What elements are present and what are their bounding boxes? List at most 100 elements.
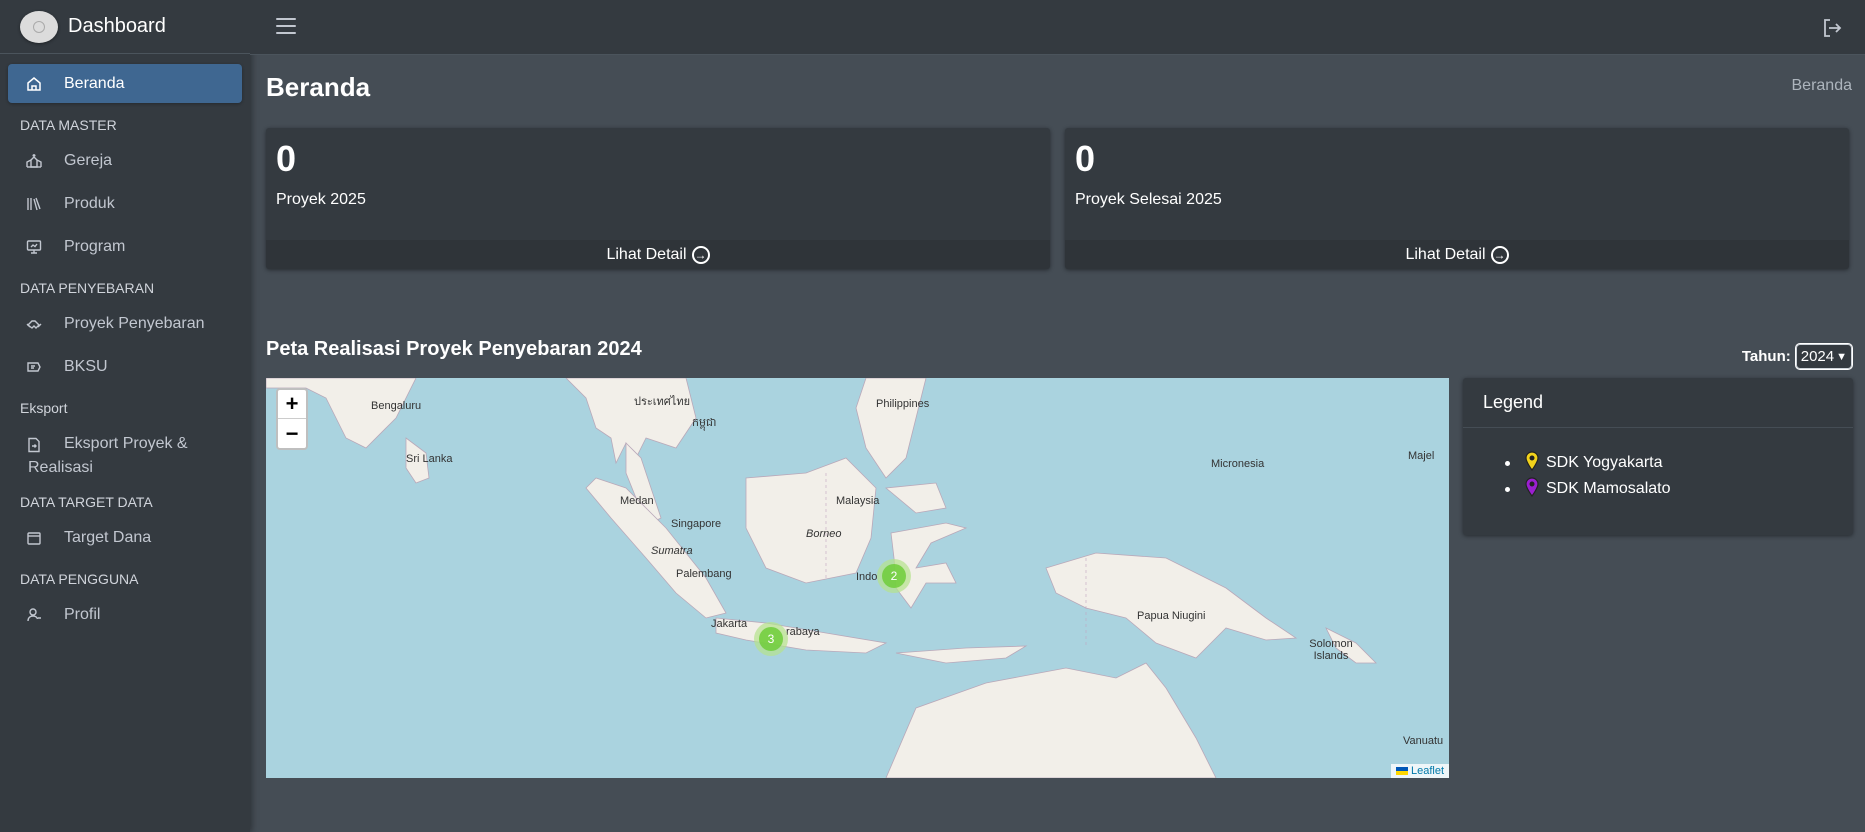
breadcrumb[interactable]: Beranda (1792, 77, 1853, 95)
sidebar-item-produk[interactable]: Produk (8, 184, 242, 223)
nav-header-data-penyebaran: DATA PENYEBARAN (20, 280, 155, 296)
ukraine-flag-icon (1395, 767, 1408, 775)
sidebar-item-label: Eksport Proyek & Realisasi (28, 435, 188, 476)
topbar (250, 0, 1865, 55)
nav-header-eksport: Eksport (20, 400, 68, 416)
nav-header-data-pengguna: DATA PENGGUNA (20, 571, 139, 587)
arrow-circle-right-icon: → (691, 245, 710, 264)
map[interactable]: Bengaluru Sri Lanka Medan Singapore Suma… (266, 378, 1449, 778)
sidebar-item-bksu[interactable]: BKSU (8, 347, 242, 386)
map-label: rabaya (786, 626, 820, 638)
sidebar-item-label: Produk (64, 194, 115, 212)
map-cluster-marker[interactable]: 3 (754, 622, 788, 656)
map-label: Sri Lanka (406, 453, 453, 465)
map-zoom-control: + − (276, 388, 308, 450)
logout-icon[interactable] (1821, 17, 1843, 44)
sidebar-item-label: Gereja (64, 151, 113, 169)
legend-label: SDK Mamosalato (1546, 480, 1671, 497)
map-pin-icon (1524, 450, 1540, 476)
arrow-circle-right-icon: → (1490, 245, 1509, 264)
sidebar-item-label: Program (64, 237, 126, 255)
sidebar-item-label: Target Dana (64, 528, 152, 546)
map-label: Medan (620, 495, 654, 507)
legend-label: SDK Yogyakarta (1546, 454, 1663, 471)
stat-detail-label: Lihat Detail (606, 245, 687, 263)
wallet-icon (24, 529, 44, 547)
home-icon (24, 75, 44, 93)
receipt-icon (24, 358, 44, 376)
brand-title: Dashboard (68, 15, 166, 37)
user-icon (24, 606, 44, 624)
map-section-title: Peta Realisasi Proyek Penyebaran 2024 (266, 338, 642, 360)
nav-header-data-target: DATA TARGET DATA (20, 494, 153, 510)
brand[interactable]: Dashboard (0, 0, 250, 54)
church-icon (24, 152, 44, 170)
sidebar-item-profil[interactable]: Profil (8, 595, 242, 634)
attribution-link[interactable]: Leaflet (1411, 765, 1444, 777)
year-filter-label: Tahun: (1741, 348, 1791, 365)
presentation-icon (24, 238, 44, 256)
stat-label: Proyek Selesai 2025 (1075, 191, 1222, 208)
stat-box-proyek-selesai: 0 Proyek Selesai 2025 Lihat Detail → (1065, 128, 1849, 269)
chevron-down-icon: ▼ (1836, 350, 1847, 363)
map-label: ประเทศไทย (634, 396, 691, 408)
map-label: Indo (856, 571, 878, 583)
map-label: Singapore (671, 518, 722, 530)
sidebar-item-target-dana[interactable]: Target Dana (8, 518, 242, 557)
map-label: Palembang (676, 568, 732, 580)
sidebar-item-label: Profil (64, 605, 101, 623)
zoom-out-button[interactable]: − (278, 419, 306, 448)
year-select-value: 2024 (1800, 348, 1835, 365)
sidebar-item-beranda[interactable]: Beranda (8, 64, 242, 103)
map-label: Bengaluru (371, 400, 422, 412)
map-label: Philippines (876, 398, 930, 410)
map-label: Malaysia (836, 495, 880, 507)
stat-value: 0 (276, 138, 297, 179)
legend-list: SDK Yogyakarta SDK Mamosalato (1463, 428, 1853, 502)
zoom-in-button[interactable]: + (278, 390, 306, 419)
sidebar-item-proyek-penyebaran[interactable]: Proyek Penyebaran (8, 304, 242, 343)
map-cluster-marker[interactable]: 2 (877, 559, 911, 593)
legend-card: Legend SDK Yogyakarta SDK Mamosalato (1463, 378, 1853, 535)
cluster-count: 3 (759, 627, 783, 651)
sidebar-item-gereja[interactable]: Gereja (8, 141, 242, 180)
map-pin-icon (1524, 476, 1540, 502)
bullet-icon (1505, 486, 1510, 492)
sidebar-nav: Beranda DATA MASTER Gereja Produk Progra… (0, 54, 250, 648)
sidebar-item-label: Beranda (64, 74, 125, 92)
sidebar: Dashboard Beranda DATA MASTER Gereja Pro… (0, 0, 250, 832)
map-label: Vanuatu (1403, 735, 1444, 747)
map-label: Papua Niugini (1137, 610, 1206, 622)
legend-title: Legend (1463, 378, 1853, 428)
legend-item: SDK Mamosalato (1505, 476, 1853, 502)
sidebar-item-program[interactable]: Program (8, 227, 242, 266)
nav-header-data-master: DATA MASTER (20, 117, 117, 133)
sidebar-item-label: BKSU (64, 357, 108, 375)
stat-detail-label: Lihat Detail (1405, 245, 1486, 263)
map-label: Sumatra (651, 545, 693, 557)
legend-item: SDK Yogyakarta (1505, 450, 1853, 476)
sidebar-item-eksport-proyek[interactable]: Eksport Proyek & Realisasi (8, 424, 242, 480)
sidebar-item-label: Proyek Penyebaran (64, 314, 205, 332)
stat-box-proyek: 0 Proyek 2025 Lihat Detail → (266, 128, 1050, 269)
brand-logo (20, 10, 58, 43)
year-select[interactable]: 2024 ▼ (1794, 343, 1854, 370)
stat-label: Proyek 2025 (276, 191, 366, 208)
stat-value: 0 (1075, 138, 1096, 179)
map-label: Micronesia (1211, 458, 1265, 470)
map-label: កម្ពុជា (692, 417, 717, 429)
bullet-icon (1505, 460, 1510, 466)
map-label: Borneo (806, 528, 842, 540)
menu-toggle-icon[interactable] (276, 18, 296, 39)
handshake-icon (24, 315, 44, 333)
map-label: Majel (1408, 450, 1435, 462)
books-icon (24, 195, 44, 213)
map-label: Solomon Islands (1309, 638, 1353, 662)
page-title: Beranda (266, 72, 371, 102)
cluster-count: 2 (882, 564, 906, 588)
map-label: Jakarta (711, 618, 748, 630)
map-attribution[interactable]: Leaflet (1390, 764, 1449, 778)
stat-detail-link[interactable]: Lihat Detail → (266, 240, 1050, 269)
stat-detail-link[interactable]: Lihat Detail → (1065, 240, 1849, 269)
year-filter: Tahun: 2024 ▼ (1741, 343, 1854, 370)
